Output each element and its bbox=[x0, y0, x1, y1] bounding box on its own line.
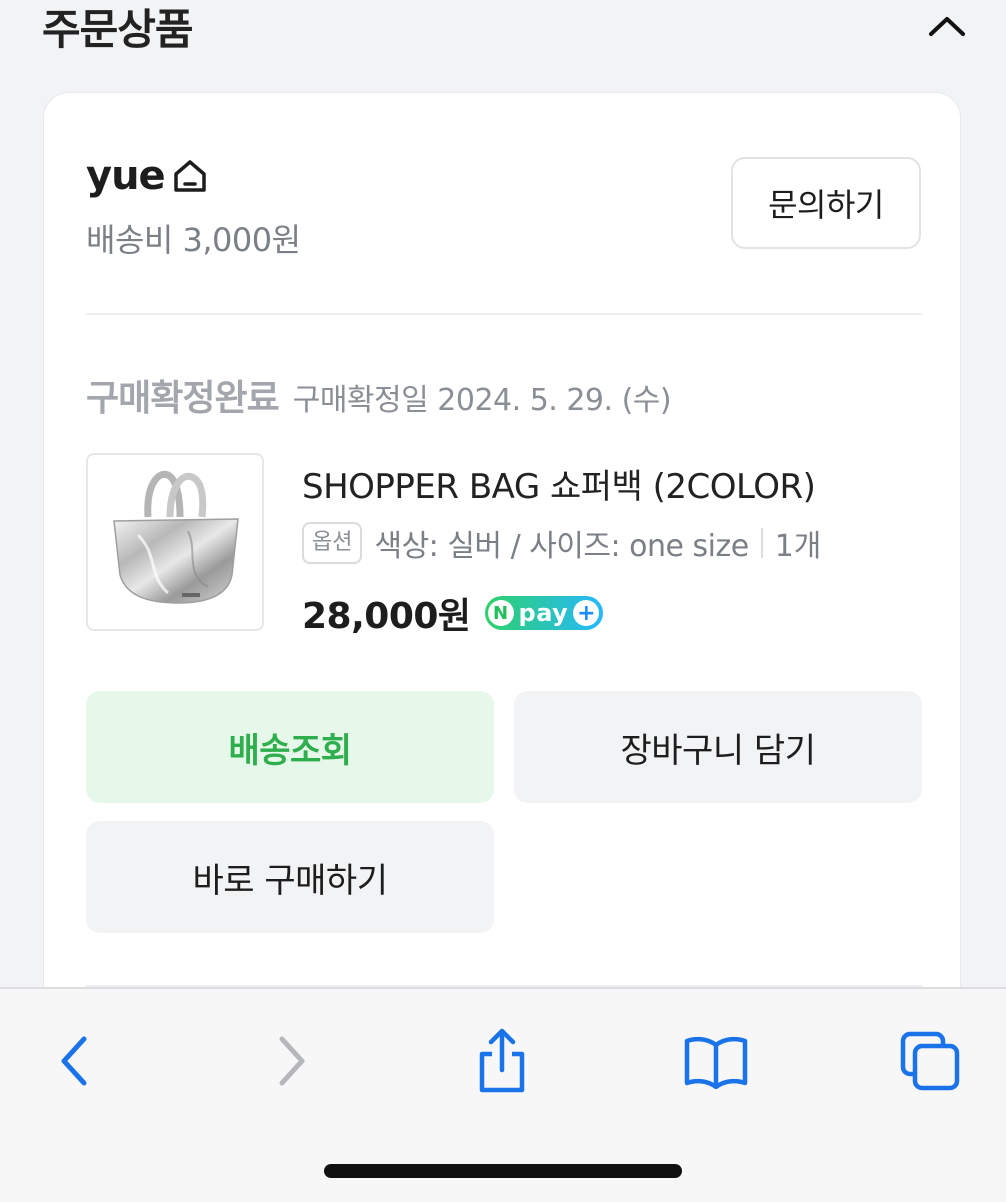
home-indicator bbox=[324, 1164, 682, 1178]
share-button[interactable] bbox=[462, 1021, 542, 1101]
section-header: 주문상품 bbox=[0, 0, 1006, 60]
tabs-icon bbox=[900, 1031, 960, 1091]
option-separator bbox=[760, 528, 763, 558]
buy-now-button[interactable]: 바로 구매하기 bbox=[86, 821, 494, 933]
shipping-fee: 배송비 3,000원 bbox=[86, 221, 301, 259]
npay-plus-badge: N pay + bbox=[484, 596, 604, 630]
track-delivery-button[interactable]: 배송조회 bbox=[86, 691, 494, 803]
npay-text: pay bbox=[518, 599, 569, 627]
option-row: 옵션 색상: 실버 / 사이즈: one size 1개 bbox=[302, 521, 821, 565]
chevron-up-icon bbox=[929, 17, 965, 36]
seller-name[interactable]: yue bbox=[86, 153, 166, 199]
order-status-row: 구매확정완료 구매확정일 2024. 5. 29. (수) bbox=[86, 369, 672, 421]
add-to-cart-button[interactable]: 장바구니 담기 bbox=[514, 691, 922, 803]
back-icon bbox=[61, 1036, 87, 1086]
forward-button[interactable] bbox=[252, 1021, 332, 1101]
inquiry-button[interactable]: 문의하기 bbox=[731, 157, 921, 249]
order-status: 구매확정완료 bbox=[86, 378, 280, 419]
product-name[interactable]: SHOPPER BAG 쇼퍼백 (2COLOR) bbox=[302, 459, 816, 508]
order-card: yue 배송비 3,000원 문의하기 구매확정완료 구매확정일 2024. 5… bbox=[43, 92, 961, 1052]
back-button[interactable] bbox=[34, 1021, 114, 1101]
option-text: 색상: 실버 / 사이즈: one size bbox=[374, 529, 749, 564]
product-thumbnail[interactable] bbox=[86, 453, 264, 631]
silver-bag-image bbox=[113, 470, 239, 604]
bookmarks-button[interactable] bbox=[676, 1021, 756, 1101]
divider bbox=[86, 313, 922, 315]
price-row: 28,000원 N pay + bbox=[302, 587, 604, 639]
seller-row[interactable]: yue bbox=[86, 153, 209, 199]
home-icon[interactable] bbox=[171, 158, 209, 194]
option-badge: 옵션 bbox=[302, 522, 363, 564]
collapse-button[interactable] bbox=[922, 6, 972, 46]
npay-plus-icon: + bbox=[573, 600, 600, 626]
confirmed-date: 구매확정일 2024. 5. 29. (수) bbox=[292, 383, 672, 418]
share-icon bbox=[479, 1028, 525, 1093]
price: 28,000원 bbox=[302, 596, 471, 637]
bookmarks-icon bbox=[684, 1036, 748, 1089]
section-title: 주문상품 bbox=[42, 5, 194, 54]
npay-n-icon: N bbox=[487, 600, 514, 626]
quantity: 1개 bbox=[774, 529, 822, 564]
forward-icon bbox=[279, 1036, 305, 1086]
tabs-button[interactable] bbox=[890, 1021, 970, 1101]
